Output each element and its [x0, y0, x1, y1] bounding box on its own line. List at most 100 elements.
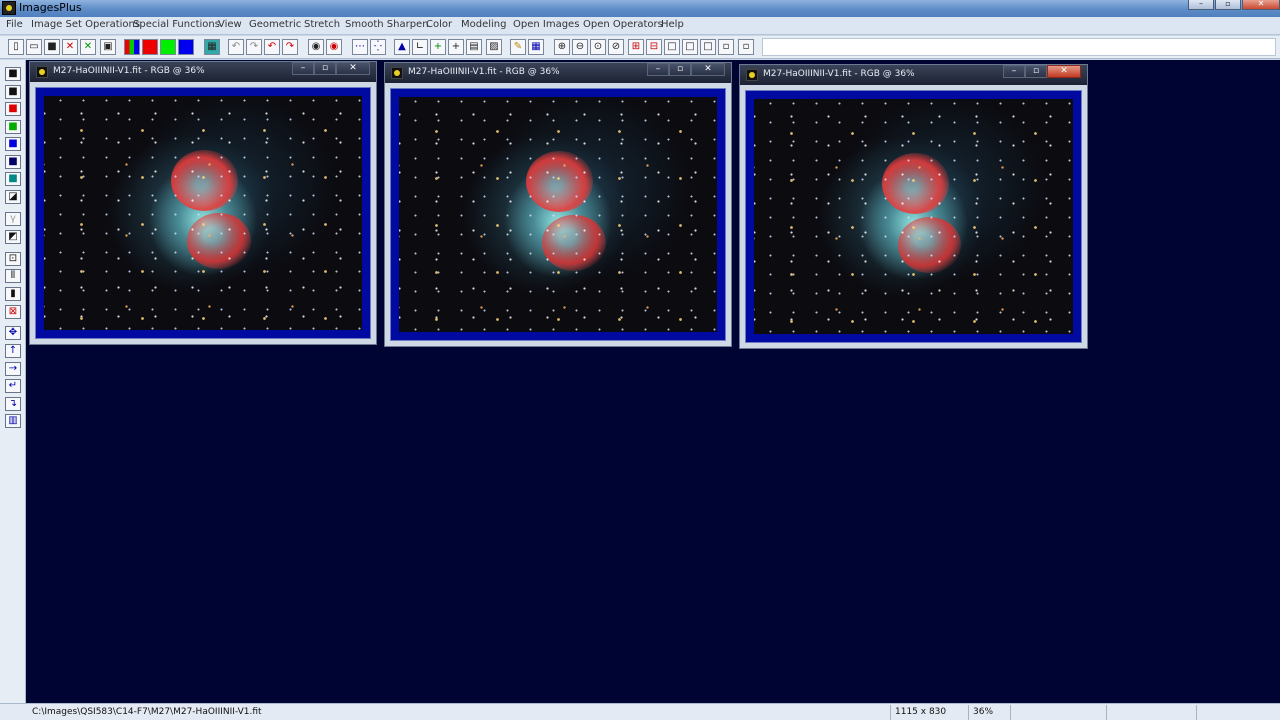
- close-green-icon[interactable]: ✕: [80, 39, 96, 55]
- black-bar-icon[interactable]: ▮: [5, 287, 21, 301]
- status-cell-empty-3: [1196, 705, 1280, 720]
- menu-bar: File Image Set Operations Special Functi…: [0, 17, 1280, 35]
- histogram-icon[interactable]: ▲: [394, 39, 410, 55]
- menu-special-functions[interactable]: Special Functions: [133, 19, 220, 30]
- green-square-icon[interactable]: ■: [5, 120, 21, 134]
- copy-icon[interactable]: ▣: [100, 39, 116, 55]
- star-point-icon[interactable]: ⁛: [370, 39, 386, 55]
- open-folder-icon[interactable]: ▭: [26, 39, 42, 55]
- menu-stretch[interactable]: Stretch: [304, 19, 340, 30]
- status-bar: C:\Images\QSI583\C14-F7\M27\M27-HaOIIINI…: [0, 703, 1280, 720]
- crosshair-icon[interactable]: +: [448, 39, 464, 55]
- window-restore-button[interactable]: ▫: [1025, 65, 1047, 78]
- black-square-icon[interactable]: ■: [5, 85, 21, 99]
- grid-icon[interactable]: ▦: [204, 39, 220, 55]
- zoom-in-icon[interactable]: ⊕: [554, 39, 570, 55]
- move-icon[interactable]: ✥: [5, 326, 21, 340]
- calculator-icon[interactable]: ▤: [466, 39, 482, 55]
- frame-icon[interactable]: ▥: [5, 414, 21, 428]
- window-restore-button[interactable]: ▫: [314, 62, 336, 75]
- menu-modeling[interactable]: Modeling: [461, 19, 507, 30]
- add-icon[interactable]: +: [430, 39, 446, 55]
- table-icon[interactable]: ▦: [528, 39, 544, 55]
- menu-smooth-sharpen[interactable]: Smooth Sharpen: [345, 19, 429, 30]
- undo-all-icon[interactable]: ↶: [264, 39, 280, 55]
- window-close-button[interactable]: ✕: [336, 62, 370, 75]
- new-file-icon[interactable]: ▯: [8, 39, 24, 55]
- window-minimize-button[interactable]: –: [292, 62, 314, 75]
- menu-image-set-operations[interactable]: Image Set Operations: [31, 19, 140, 30]
- window-close-button[interactable]: ✕: [691, 63, 725, 76]
- status-cell-empty-2: [1106, 705, 1196, 720]
- nebula-image[interactable]: [754, 99, 1073, 334]
- red-channel-icon[interactable]: [142, 39, 158, 55]
- status-dimensions: 1115 x 830: [890, 705, 968, 720]
- menu-open-images[interactable]: Open Images: [513, 19, 579, 30]
- frame-1-icon[interactable]: □: [664, 39, 680, 55]
- frame-5-icon[interactable]: ▫: [738, 39, 754, 55]
- close-red-icon[interactable]: ✕: [62, 39, 78, 55]
- arrow-up-icon[interactable]: ↑: [5, 344, 21, 358]
- frame-2-icon[interactable]: □: [682, 39, 698, 55]
- image-window-2[interactable]: M27-HaOIIINII-V1.fit - RGB @ 36% – ▫ ✕: [384, 62, 732, 347]
- image-adjust-icon[interactable]: ▨: [486, 39, 502, 55]
- image-window-title-bar[interactable]: M27-HaOIIINII-V1.fit - RGB @ 36% – ▫ ✕: [385, 63, 731, 83]
- close-button[interactable]: ✕: [1242, 0, 1280, 10]
- plus-box-icon[interactable]: ⊞: [628, 39, 644, 55]
- bars-icon[interactable]: ⦀: [5, 269, 21, 283]
- navy-square-icon[interactable]: ■: [5, 155, 21, 169]
- blue-channel-icon[interactable]: [178, 39, 194, 55]
- red-square-icon[interactable]: ■: [5, 102, 21, 116]
- undo-icon[interactable]: ↶: [228, 39, 244, 55]
- redo-all-icon[interactable]: ↷: [282, 39, 298, 55]
- image-window-title-bar[interactable]: M27-HaOIIINII-V1.fit - RGB @ 36% – ▫ ✕: [740, 65, 1087, 85]
- zoom-out-icon[interactable]: ⊖: [572, 39, 588, 55]
- save-icon[interactable]: ■: [5, 67, 21, 81]
- star-field: [754, 99, 1073, 334]
- restore-button[interactable]: ▫: [1215, 0, 1241, 10]
- minus-box-icon[interactable]: ⊟: [646, 39, 662, 55]
- pencil-icon[interactable]: ✎: [510, 39, 526, 55]
- menu-geometric[interactable]: Geometric: [249, 19, 301, 30]
- minimize-button[interactable]: –: [1188, 0, 1214, 10]
- diagonal-icon[interactable]: ◩: [5, 230, 21, 244]
- rotate-right-icon[interactable]: ↴: [5, 397, 21, 411]
- toolbar-input-field[interactable]: [762, 38, 1276, 56]
- circle-select-icon[interactable]: ◉: [308, 39, 324, 55]
- nebula-image[interactable]: [44, 96, 362, 330]
- app-title-bar: ImagesPlus – ▫ ✕: [0, 0, 1280, 17]
- status-zoom: 36%: [968, 705, 1010, 720]
- window-minimize-button[interactable]: –: [1003, 65, 1025, 78]
- frame-3-icon[interactable]: □: [700, 39, 716, 55]
- teal-square-icon[interactable]: ■: [5, 172, 21, 186]
- menu-open-operators[interactable]: Open Operators: [583, 19, 663, 30]
- image-window-title-bar[interactable]: M27-HaOIIINII-V1.fit - RGB @ 36% – ▫ ✕: [30, 62, 376, 82]
- nebula-image[interactable]: [399, 97, 717, 332]
- menu-help[interactable]: Help: [661, 19, 684, 30]
- gamma-icon[interactable]: γ: [5, 212, 21, 226]
- zoom-fit-icon[interactable]: ⊙: [590, 39, 606, 55]
- save-icon[interactable]: ■: [44, 39, 60, 55]
- zoom-actual-icon[interactable]: ⊘: [608, 39, 624, 55]
- rotate-left-icon[interactable]: ↵: [5, 379, 21, 393]
- select-red-icon[interactable]: ⊠: [5, 305, 21, 319]
- green-channel-icon[interactable]: [160, 39, 176, 55]
- circle-record-icon[interactable]: ◉: [326, 39, 342, 55]
- image-window-1[interactable]: M27-HaOIIINII-V1.fit - RGB @ 36% – ▫ ✕: [29, 61, 377, 345]
- window-close-button[interactable]: ✕: [1047, 65, 1081, 78]
- image-window-3[interactable]: M27-HaOIIINII-V1.fit - RGB @ 36% – ▫ ✕: [739, 64, 1088, 349]
- target-icon[interactable]: ⊡: [5, 252, 21, 266]
- dots-line-icon[interactable]: ⋯: [352, 39, 368, 55]
- levels-icon[interactable]: ∟: [412, 39, 428, 55]
- arrow-right-icon[interactable]: →: [5, 362, 21, 376]
- menu-file[interactable]: File: [6, 19, 23, 30]
- blue-square-icon[interactable]: ■: [5, 137, 21, 151]
- redo-icon[interactable]: ↷: [246, 39, 262, 55]
- menu-color[interactable]: Color: [426, 19, 452, 30]
- window-minimize-button[interactable]: –: [647, 63, 669, 76]
- frame-4-icon[interactable]: ▫: [718, 39, 734, 55]
- corner-square-icon[interactable]: ◪: [5, 190, 21, 204]
- menu-view[interactable]: View: [218, 19, 242, 30]
- window-restore-button[interactable]: ▫: [669, 63, 691, 76]
- rgb-channels-icon[interactable]: [124, 39, 140, 55]
